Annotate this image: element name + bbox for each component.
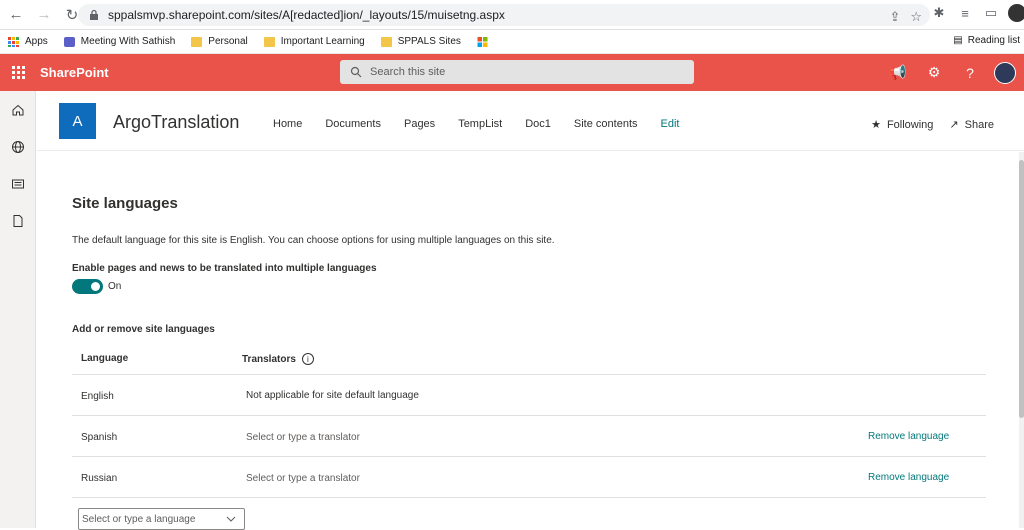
table-header: Language Translators i [72, 342, 986, 375]
nav-templist[interactable]: TempList [458, 118, 502, 130]
teams-icon [63, 36, 75, 47]
toggle-state-text: On [108, 281, 122, 292]
address-bar[interactable]: sppalsmvp.sharepoint.com/sites/A[redacte… [78, 4, 930, 26]
share-page-icon[interactable]: ⇪ [889, 9, 900, 25]
row-language: English [81, 391, 114, 402]
add-language-placeholder: Select or type a language [82, 513, 196, 525]
following-button[interactable]: ★ Following [871, 118, 934, 132]
table-row: English Not applicable for site default … [72, 375, 986, 416]
table-row: Russian Select or type a translator Remo… [72, 457, 986, 498]
bookmark-personal[interactable]: Personal [191, 36, 248, 47]
scrollbar-thumb[interactable] [1019, 160, 1024, 418]
page-description: The default language for this site is En… [72, 235, 555, 246]
share-button[interactable]: ↗ Share [949, 118, 994, 132]
bookmark-microsoft[interactable] [477, 36, 494, 47]
tab-search-icon[interactable]: ▭ [982, 5, 1000, 21]
document-icon[interactable] [0, 202, 36, 239]
help-icon[interactable]: ? [952, 65, 988, 81]
main-content: Site languages The default language for … [37, 152, 1019, 530]
star-filled-icon: ★ [871, 119, 881, 131]
reading-list-icon: ▤ [953, 35, 963, 46]
gear-icon[interactable]: ⚙ [916, 64, 952, 81]
translation-toggle[interactable] [72, 279, 103, 294]
bookmark-important-learning[interactable]: Important Learning [263, 36, 365, 47]
chevron-down-icon [226, 516, 236, 522]
search-box[interactable]: Search this site [340, 60, 694, 84]
site-navigation: Home Documents Pages TempList Doc1 Site … [273, 118, 702, 130]
nav-home[interactable]: Home [273, 118, 302, 130]
app-launcher-icon[interactable] [0, 54, 36, 91]
site-header: A ArgoTranslation Home Documents Pages T… [37, 91, 1024, 151]
microsoft-icon [477, 36, 488, 47]
row-language: Russian [81, 473, 118, 484]
reading-list-icon[interactable]: ≡ [956, 6, 974, 21]
nav-edit-link[interactable]: Edit [661, 118, 680, 130]
lock-icon [90, 9, 98, 20]
search-icon [350, 66, 362, 78]
languages-section-label: Add or remove site languages [72, 324, 215, 335]
languages-table: Language Translators i English Not appli… [72, 342, 986, 498]
column-header-translators: Translators i [242, 353, 314, 365]
home-icon[interactable] [0, 91, 36, 128]
bookmark-label: SPPALS Sites [397, 36, 461, 47]
nav-doc1[interactable]: Doc1 [525, 118, 551, 130]
back-icon[interactable]: ← [4, 3, 28, 27]
nav-pages[interactable]: Pages [404, 118, 435, 130]
following-label: Following [886, 118, 934, 131]
translator-picker[interactable]: Select or type a translator [246, 432, 360, 443]
globe-icon[interactable] [0, 128, 36, 165]
site-title[interactable]: ArgoTranslation [113, 112, 239, 133]
remove-language-link[interactable]: Remove language [868, 472, 949, 483]
news-icon[interactable] [0, 165, 36, 202]
translators-header-label: Translators [242, 353, 296, 365]
bookmark-label: Personal [208, 36, 248, 47]
user-avatar[interactable] [994, 61, 1016, 84]
app-bar [0, 91, 36, 528]
bookmarks-bar: Apps Meeting With Sathish Personal Impor… [0, 30, 1024, 54]
remove-language-link[interactable]: Remove language [868, 431, 949, 442]
megaphone-icon[interactable]: 📢 [880, 64, 916, 81]
bookmark-star-icon[interactable]: ☆ [910, 9, 922, 25]
folder-icon [380, 36, 392, 47]
nav-documents[interactable]: Documents [325, 118, 381, 130]
nav-site-contents[interactable]: Site contents [574, 118, 638, 130]
extensions-icon[interactable]: ✱ [930, 5, 948, 21]
translator-picker[interactable]: Select or type a translator [246, 473, 360, 484]
column-header-language: Language [81, 353, 129, 364]
bookmark-apps[interactable]: Apps [8, 36, 48, 47]
bookmark-label: Important Learning [280, 36, 365, 47]
translation-toggle-label: Enable pages and news to be translated i… [72, 263, 377, 274]
search-placeholder: Search this site [370, 66, 446, 78]
add-language-combobox[interactable]: Select or type a language [78, 508, 245, 530]
url-text: sppalsmvp.sharepoint.com/sites/A[redacte… [108, 8, 505, 22]
site-logo[interactable]: A [59, 103, 96, 139]
forward-icon[interactable]: → [32, 3, 56, 27]
bookmark-sppals-sites[interactable]: SPPALS Sites [380, 36, 461, 47]
page-title: Site languages [72, 195, 178, 212]
reading-list-label: Reading list [967, 35, 1020, 46]
suite-bar: SharePoint Search this site 📢 ⚙ ? [0, 54, 1024, 91]
browser-toolbar: ← → ↻ sppalsmvp.sharepoint.com/sites/A[r… [0, 0, 1024, 30]
browser-profile-avatar[interactable] [1008, 4, 1024, 22]
row-language: Spanish [81, 432, 118, 443]
bookmark-label: Meeting With Sathish [80, 36, 176, 47]
app-title[interactable]: SharePoint [40, 65, 109, 80]
reading-list[interactable]: ▤ Reading list [953, 35, 1020, 46]
folder-icon [263, 36, 275, 47]
apps-grid-icon [8, 36, 19, 47]
info-icon[interactable]: i [301, 353, 314, 365]
bookmark-meeting[interactable]: Meeting With Sathish [63, 36, 176, 47]
folder-icon [191, 36, 203, 47]
row-translators: Not applicable for site default language [246, 390, 419, 401]
share-icon: ↗ [949, 119, 959, 131]
share-label: Share [964, 118, 994, 131]
bookmark-label: Apps [25, 36, 48, 47]
table-row: Spanish Select or type a translator Remo… [72, 416, 986, 457]
